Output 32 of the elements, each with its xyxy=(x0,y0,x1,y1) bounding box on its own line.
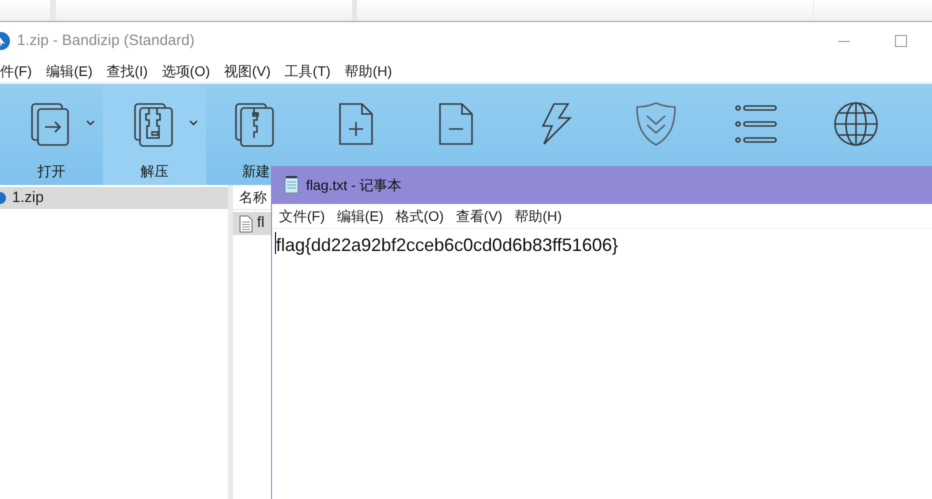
menu-item[interactable]: 查找(I) xyxy=(106,60,148,82)
menu-item[interactable]: 工具(T) xyxy=(284,60,331,82)
caret-icon[interactable] xyxy=(86,120,95,126)
notepad-menu-item[interactable]: 帮助(H) xyxy=(514,206,562,226)
minimize-icon[interactable] xyxy=(838,40,850,42)
tree-item[interactable]: 1.zip xyxy=(0,187,228,209)
file-name: fl xyxy=(257,213,264,234)
menu-item[interactable]: 选项(O) xyxy=(162,60,210,82)
notepad-menu-item[interactable]: 编辑(E) xyxy=(336,206,384,226)
menu-item[interactable]: 帮助(H) xyxy=(344,60,392,82)
menu-item[interactable]: 件(F) xyxy=(0,60,32,82)
maximize-icon[interactable] xyxy=(895,35,907,47)
text-file-icon xyxy=(239,214,253,232)
toolbar-button[interactable]: 新建 xyxy=(206,84,306,185)
archive-icon xyxy=(0,190,6,206)
tree-label: 1.zip xyxy=(12,188,44,208)
column-header[interactable]: 名称 xyxy=(239,186,267,208)
toolbar-button[interactable]: 打开 xyxy=(0,84,103,185)
text-editor[interactable]: flag{dd22a92bf2cceb6c0cd0d6b83ff51606} xyxy=(272,229,932,499)
toolbar-button[interactable]: 解压 xyxy=(103,84,206,185)
notepad-title: flag.txt - 记事本 xyxy=(306,176,402,195)
notepad-icon xyxy=(284,176,300,194)
file-content: flag{dd22a92bf2cceb6c0cd0d6b83ff51606} xyxy=(276,234,618,257)
menu-item[interactable]: 编辑(E) xyxy=(46,60,93,82)
notepad-menu-item[interactable]: 文件(F) xyxy=(279,206,325,226)
file-row[interactable]: fl xyxy=(233,212,271,235)
window-title: 1.zip - Bandizip (Standard) xyxy=(17,30,195,51)
caret-icon[interactable] xyxy=(189,120,198,126)
notepad-menu-item[interactable]: 格式(O) xyxy=(396,206,444,226)
menu-item[interactable]: 视图(V) xyxy=(224,60,271,82)
notepad-menu-item[interactable]: 查看(V) xyxy=(456,206,502,226)
globe-icon xyxy=(832,100,880,148)
